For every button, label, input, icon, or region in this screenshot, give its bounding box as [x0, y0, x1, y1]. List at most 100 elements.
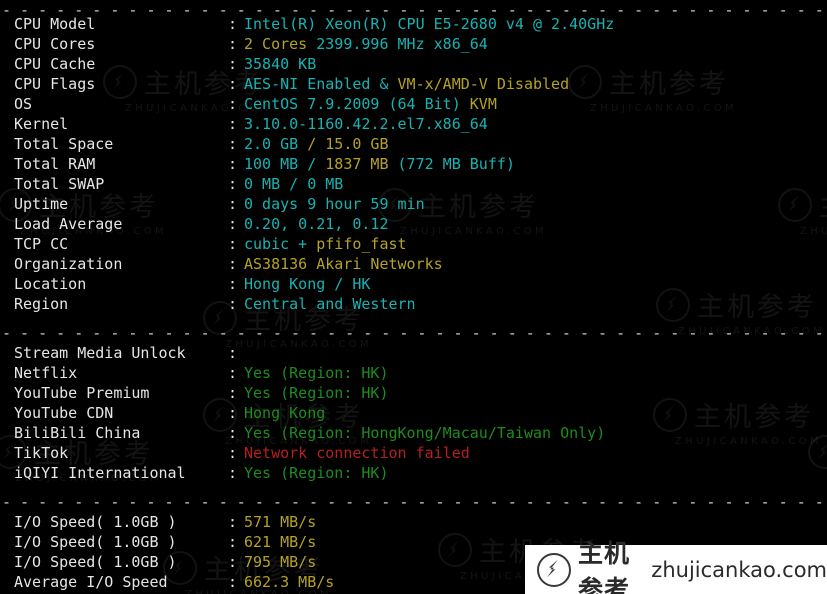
info-row-colon: :: [228, 573, 238, 591]
info-row: BiliBili China: Yes (Region: HongKong/Mac…: [0, 423, 827, 443]
info-row-colon: :: [228, 424, 238, 442]
value-segment: pfifo_fast: [316, 235, 407, 253]
value-segment: 2399.996 MHz x86_64: [316, 35, 488, 53]
value-segment: Intel(R) Xeon(R) CPU E5-2680 v4 @ 2.40GH…: [244, 15, 615, 33]
info-row: YouTube CDN: Hong Kong: [0, 403, 827, 423]
info-row-label: Uptime: [14, 195, 69, 213]
info-row-colon: :: [228, 275, 238, 293]
info-row-label: Kernel: [14, 115, 69, 133]
value-segment: 0.20, 0.21, 0.12: [244, 215, 389, 233]
info-row-value: Yes (Region: HongKong/Macau/Taiwan Only): [244, 423, 827, 443]
value-segment: Hong Kong: [244, 404, 326, 422]
value-segment: 2 Cores: [244, 35, 317, 53]
info-row-label: CPU Cache: [14, 55, 96, 73]
value-segment: 0 MB / 0 MB: [244, 175, 344, 193]
value-segment: VM-x/AMD-V Disabled: [397, 75, 570, 93]
info-row-label: I/O Speed( 1.0GB ): [14, 553, 177, 571]
info-row-value: CentOS 7.9.2009 (64 Bit) KVM: [244, 94, 827, 114]
info-row: OS: CentOS 7.9.2009 (64 Bit) KVM: [0, 94, 827, 114]
info-row: TikTok: Network connection failed: [0, 443, 827, 463]
info-row-colon: :: [228, 55, 238, 73]
brand-cn-name: 主机参考: [578, 538, 631, 594]
info-row-label: Netflix: [14, 364, 78, 382]
info-row: Region: Central and Western: [0, 294, 827, 314]
value-segment: 1837 MB: [325, 155, 389, 173]
brand-domain: zhujicankao.com: [651, 557, 827, 582]
info-row-label: Total Space: [14, 135, 114, 153]
info-row: Uptime:0 days 9 hour 59 min: [0, 194, 827, 214]
value-segment: AS38136 Akari Networks: [244, 255, 443, 273]
info-row: I/O Speed( 1.0GB ):571 MB/s: [0, 512, 827, 532]
info-row-label: CPU Cores: [14, 35, 96, 53]
info-row: YouTube Premium: Yes (Region: HK): [0, 383, 827, 403]
terminal-window: 主机参考 ZHUJICANKAO.COM 主机参考 ZHUJICANKAO.COM 主机…: [0, 0, 827, 594]
value-segment: CentOS 7.9.2009 (64 Bit): [244, 95, 470, 113]
value-segment: cubic +: [244, 235, 317, 253]
value-segment: Yes (Region: HK): [244, 384, 389, 402]
info-row: Location: Hong Kong / HK: [0, 274, 827, 294]
info-row-value: Central and Western: [244, 294, 827, 314]
info-row: CPU Flags: AES-NI Enabled & VM-x/AMD-V Di…: [0, 74, 827, 94]
info-row-colon: :: [228, 135, 238, 153]
info-row-value: Intel(R) Xeon(R) CPU E5-2680 v4 @ 2.40GH…: [244, 14, 827, 34]
info-row-colon: :: [228, 404, 238, 422]
info-row: iQIYI International: Yes (Region: HK): [0, 463, 827, 483]
value-segment: Yes (Region: HongKong/Macau/Taiwan Only): [244, 424, 606, 442]
value-segment: (772 MB Buff): [388, 155, 515, 173]
info-row-colon: :: [228, 553, 238, 571]
info-row: CPU Model: Intel(R) Xeon(R) CPU E5-2680 v…: [0, 14, 827, 34]
info-row-label: Load Average: [14, 215, 123, 233]
info-row-value: Yes (Region: HK): [244, 463, 827, 483]
info-row: Total SWAP:0 MB / 0 MB: [0, 174, 827, 194]
info-row-colon: :: [228, 364, 238, 382]
info-row-colon: :: [228, 464, 238, 482]
info-row-label: TCP CC: [14, 235, 69, 253]
value-segment: Yes (Region: HK): [244, 464, 389, 482]
info-row-value: [244, 343, 827, 363]
info-row-colon: :: [228, 344, 238, 362]
value-segment: KVM: [469, 95, 497, 113]
value-segment: 3.10.0-1160.42.2.el7.x86_64: [244, 115, 488, 133]
info-row-value: AS38136 Akari Networks: [244, 254, 827, 274]
value-segment: 795 MB/s: [244, 553, 317, 571]
value-segment: 2.0 GB: [244, 135, 308, 153]
info-row-label: I/O Speed( 1.0GB ): [14, 513, 177, 531]
separator-io: - - - - - - - - - - - - - - - - - - - - …: [2, 493, 827, 504]
info-row-value: 35840 KB: [244, 54, 827, 74]
info-row-value: Hong Kong: [244, 403, 827, 423]
info-row-value: 571 MB/s: [244, 512, 827, 532]
value-segment: 662.3 MB/s: [244, 573, 335, 591]
info-row-colon: :: [228, 384, 238, 402]
info-row: Stream Media Unlock:: [0, 343, 827, 363]
info-row: Load Average:0.20, 0.21, 0.12: [0, 214, 827, 234]
info-row-label: Total SWAP: [14, 175, 105, 193]
separator-top: - - - - - - - - - - - - - - - - - - - - …: [2, 1, 827, 14]
info-row-colon: :: [228, 75, 238, 93]
info-row-label: YouTube CDN: [14, 404, 114, 422]
info-row-value: Network connection failed: [244, 443, 827, 463]
value-segment: 100 MB /: [244, 155, 326, 173]
info-row: Netflix: Yes (Region: HK): [0, 363, 827, 383]
info-row: Kernel:3.10.0-1160.42.2.el7.x86_64: [0, 114, 827, 134]
info-row-value: cubic + pfifo_fast: [244, 234, 827, 254]
info-row-colon: :: [228, 255, 238, 273]
system-info-section: CPU Model: Intel(R) Xeon(R) CPU E5-2680 v…: [0, 14, 827, 314]
info-row-colon: :: [228, 15, 238, 33]
value-segment: 35840 KB: [244, 55, 317, 73]
info-row: Organization: AS38136 Akari Networks: [0, 254, 827, 274]
info-row-value: 0 days 9 hour 59 min: [244, 194, 827, 214]
value-segment: 571 MB/s: [244, 513, 317, 531]
lightning-circle-icon: [537, 552, 571, 587]
info-row-value: Yes (Region: HK): [244, 383, 827, 403]
info-row-label: Organization: [14, 255, 123, 273]
info-row-value: 100 MB / 1837 MB (772 MB Buff): [244, 154, 827, 174]
info-row: Total Space:2.0 GB / 15.0 GB: [0, 134, 827, 154]
info-row-colon: :: [228, 115, 238, 133]
info-row-label: CPU Model: [14, 15, 96, 33]
info-row-label: I/O Speed( 1.0GB ): [14, 533, 177, 551]
info-row: CPU Cores:2 Cores 2399.996 MHz x86_64: [0, 34, 827, 54]
